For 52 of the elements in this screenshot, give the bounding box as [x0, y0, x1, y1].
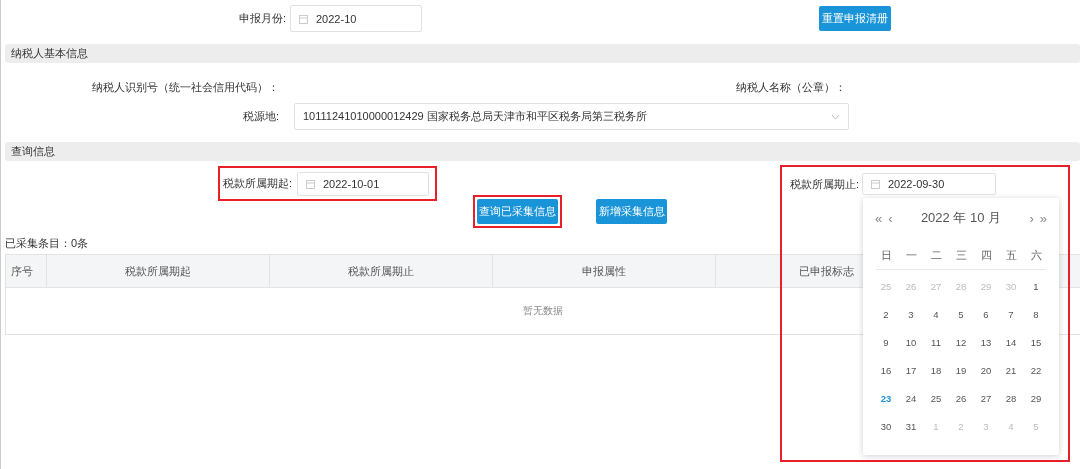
select-field[interactable]: 10111241010000012429 国家税务总局天津市和平区税务局第三税务所: [294, 103, 849, 130]
calendar-day[interactable]: 7: [998, 300, 1024, 328]
calendar-day[interactable]: 3: [898, 300, 924, 328]
calendar-day[interactable]: 5: [948, 300, 974, 328]
date-field[interactable]: 2022-09-30: [862, 173, 996, 195]
calendar-day[interactable]: 25: [923, 384, 949, 412]
calendar-day[interactable]: 16: [873, 356, 899, 384]
calendar-day[interactable]: 2: [873, 300, 899, 328]
calendar-icon: [299, 13, 308, 24]
record-count: 已采集条目：0条: [5, 236, 90, 250]
calendar-day[interactable]: 4: [923, 300, 949, 328]
month-field[interactable]: 2022-10: [290, 5, 422, 32]
next-year-button[interactable]: »: [1036, 210, 1050, 226]
prev-month-button[interactable]: ‹: [885, 210, 896, 226]
weekday-label: 六: [1029, 248, 1043, 263]
prev-year-button[interactable]: «: [872, 210, 886, 226]
weekday-label: 四: [979, 248, 993, 263]
calendar-title: 2022 年 10 月: [919, 209, 1003, 227]
section-header: 查询信息: [5, 142, 1080, 161]
calendar-day[interactable]: 6: [973, 300, 999, 328]
calendar-day[interactable]: 18: [923, 356, 949, 384]
column-header: 序号: [5, 254, 47, 288]
field-label: 申报月份:: [237, 11, 286, 26]
calendar-day[interactable]: 30: [873, 412, 899, 440]
column-header: 税款所属期起: [46, 254, 270, 288]
calendar-day[interactable]: 31: [898, 412, 924, 440]
weekday-label: 三: [954, 248, 968, 263]
column-header: 税款所属期止: [269, 254, 493, 288]
calendar-day[interactable]: 27: [973, 384, 999, 412]
chevron-down-icon: [831, 113, 840, 120]
calendar-icon: [871, 179, 880, 189]
calendar-day[interactable]: 19: [948, 356, 974, 384]
field-label: 纳税人识别号（统一社会信用代码）：: [91, 80, 279, 95]
calendar-day[interactable]: 24: [898, 384, 924, 412]
next-month-button[interactable]: ›: [1026, 210, 1037, 226]
field-label: 税款所属期止:: [790, 176, 856, 192]
calendar-day[interactable]: 21: [998, 356, 1024, 384]
field-label: 税源地:: [241, 109, 279, 124]
calendar-day[interactable]: 17: [898, 356, 924, 384]
calendar-day[interactable]: 28: [998, 384, 1024, 412]
field-label: 纳税人名称（公章）：: [735, 80, 846, 95]
column-header: 申报属性: [492, 254, 716, 288]
calendar-day[interactable]: 26: [948, 384, 974, 412]
calendar-icon: [306, 178, 315, 189]
section-header: 纳税人基本信息: [5, 44, 1080, 63]
calendar-day[interactable]: 8: [1023, 300, 1049, 328]
date-field[interactable]: 2022-10-01: [297, 171, 429, 196]
calendar-day[interactable]: 20: [973, 356, 999, 384]
calendar-day[interactable]: 22: [1023, 356, 1049, 384]
field-label: 税款所属期起:: [223, 176, 291, 191]
weekday-label: 五: [1004, 248, 1018, 263]
calendar-day[interactable]: 29: [1023, 384, 1049, 412]
